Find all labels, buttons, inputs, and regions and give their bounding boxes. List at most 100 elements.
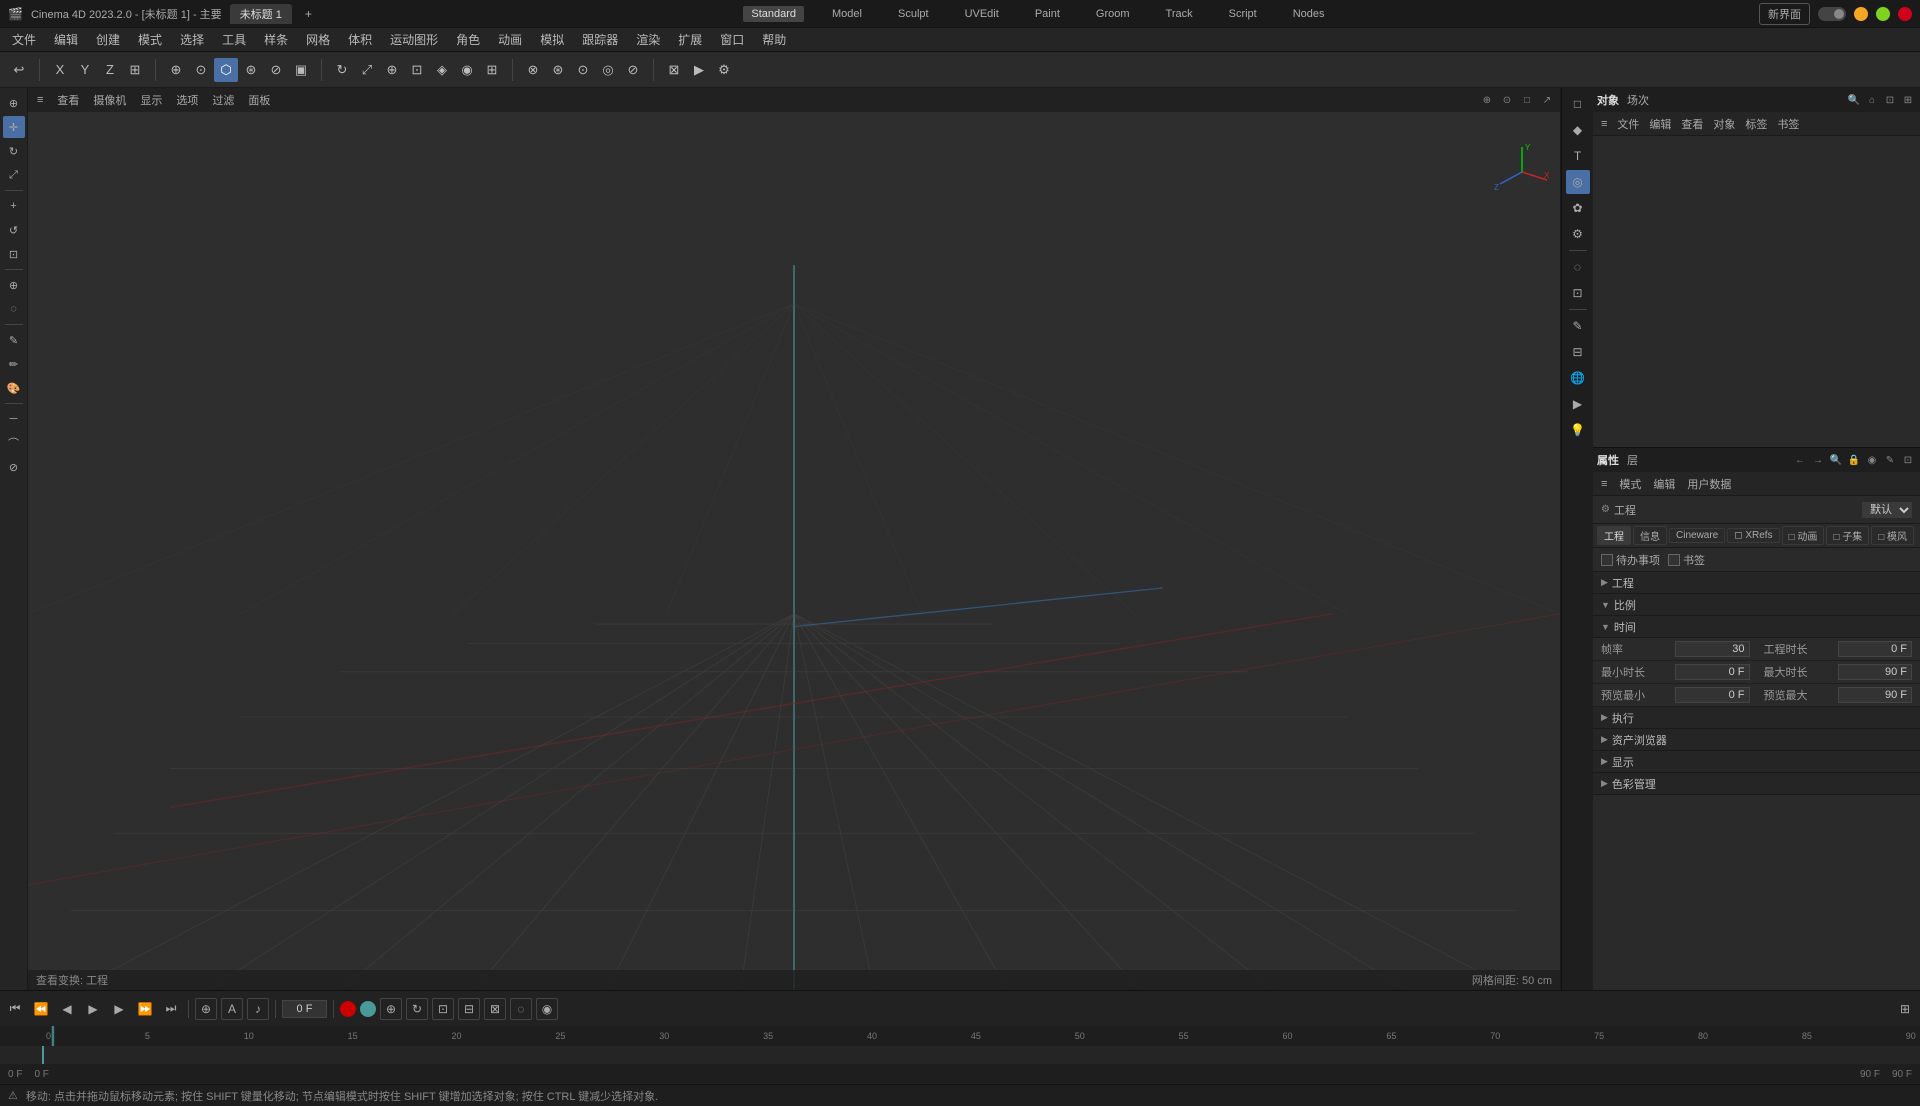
attr-record-icon[interactable]: ◉ <box>1864 452 1880 468</box>
menu-item-扩展[interactable]: 扩展 <box>670 29 710 50</box>
apt-edit[interactable]: 编辑 <box>1649 475 1679 493</box>
tl-extra-btn-6[interactable]: ◌ <box>510 998 532 1020</box>
opt-menu[interactable]: ≡ <box>1597 117 1611 131</box>
viewport[interactable]: ≡ 查看 摄像机 显示 选项 过滤 面板 ⊕ ⊙ □ ↗ 透视视图 默认摄像机 … <box>28 88 1560 990</box>
attr-lock-icon[interactable]: 🔒 <box>1846 452 1862 468</box>
ri-btn-diamond[interactable]: ◆ <box>1566 118 1590 142</box>
attr-tab-subset[interactable]: □ 子集 <box>1826 526 1869 545</box>
left-tool-13[interactable]: ─ <box>3 408 25 430</box>
menu-item-网格[interactable]: 网格 <box>298 29 338 50</box>
attr-tab-animation[interactable]: □ 动画 <box>1782 526 1825 545</box>
tl-next-key[interactable]: ⏩ <box>134 998 156 1020</box>
view-toggle[interactable] <box>1818 7 1846 21</box>
min-length-value[interactable] <box>1675 664 1750 680</box>
left-tool-12[interactable]: 🎨 <box>3 377 25 399</box>
attr-section-ratio-header[interactable]: ▼ 比例 <box>1593 594 1920 616</box>
snap-btn-1[interactable]: ⊗ <box>521 58 545 82</box>
active-tab[interactable]: 未标题 1 <box>230 4 292 24</box>
left-tool-rotate[interactable]: ↻ <box>3 140 25 162</box>
transform-btn-1[interactable]: ⊕ <box>164 58 188 82</box>
left-tool-10[interactable]: ✎ <box>3 329 25 351</box>
attr-project-select[interactable]: 默认 <box>1862 502 1912 518</box>
attr-edit-icon[interactable]: ✎ <box>1882 452 1898 468</box>
menu-item-编辑[interactable]: 编辑 <box>46 29 86 50</box>
workspace-btn-groom[interactable]: Groom <box>1088 6 1138 22</box>
snap-btn-2[interactable]: ⊛ <box>546 58 570 82</box>
left-tool-select[interactable]: ⊕ <box>3 92 25 114</box>
transform-btn-6[interactable]: ▣ <box>289 58 313 82</box>
tl-extra-btn-1[interactable]: ⊕ <box>380 998 402 1020</box>
attr-check-bookmark[interactable]: 书签 <box>1668 552 1705 568</box>
left-tool-9[interactable]: ◌ <box>3 298 25 320</box>
preview-max-value[interactable] <box>1838 687 1913 703</box>
viewport-camera-menu[interactable]: 摄像机 <box>88 91 131 109</box>
apt-userdata[interactable]: 用户数据 <box>1683 475 1735 493</box>
menu-item-帮助[interactable]: 帮助 <box>754 29 794 50</box>
render-btn-3[interactable]: ⚙ <box>712 58 736 82</box>
menu-item-样条[interactable]: 样条 <box>256 29 296 50</box>
ri-btn-globe[interactable]: 🌐 <box>1566 366 1590 390</box>
ri-btn-print[interactable]: ⊟ <box>1566 340 1590 364</box>
workspace-btn-track[interactable]: Track <box>1158 6 1201 22</box>
mode-btn-6[interactable]: ◉ <box>455 58 479 82</box>
tl-extra-btn-2[interactable]: ↻ <box>406 998 428 1020</box>
tl-extra-btn-5[interactable]: ⊠ <box>484 998 506 1020</box>
snap-btn-3[interactable]: ⊙ <box>571 58 595 82</box>
vp-ctrl-1[interactable]: ⊕ <box>1478 91 1496 109</box>
ri-btn-object[interactable]: □ <box>1566 92 1590 116</box>
viewport-canvas[interactable]: 透视视图 默认摄像机 → 移动 +; Y X Z <box>28 112 1560 990</box>
vp-ctrl-3[interactable]: □ <box>1518 91 1536 109</box>
mode-btn-3[interactable]: ⊕ <box>380 58 404 82</box>
attr-section-display-header[interactable]: ▶ 显示 <box>1593 751 1920 773</box>
menu-item-模拟[interactable]: 模拟 <box>532 29 572 50</box>
menu-item-模式[interactable]: 模式 <box>130 29 170 50</box>
menu-item-选择[interactable]: 选择 <box>172 29 212 50</box>
apt-mode[interactable]: 模式 <box>1615 475 1645 493</box>
left-tool-6[interactable]: ↺ <box>3 219 25 241</box>
timeline-content[interactable] <box>0 1046 1920 1064</box>
tl-expand-btn[interactable]: ⊞ <box>1894 998 1916 1020</box>
vp-ctrl-4[interactable]: ↗ <box>1538 91 1556 109</box>
left-tool-11[interactable]: ✏ <box>3 353 25 375</box>
left-tool-14[interactable]: ⌒ <box>3 432 25 454</box>
menu-item-动画[interactable]: 动画 <box>490 29 530 50</box>
ri-btn-circle[interactable]: ◎ <box>1566 170 1590 194</box>
tl-current-frame[interactable] <box>282 1000 327 1018</box>
attr-expand-icon[interactable]: ⊡ <box>1900 452 1916 468</box>
preview-min-value[interactable] <box>1675 687 1750 703</box>
tl-extra-btn-7[interactable]: ◉ <box>536 998 558 1020</box>
mode-btn-5[interactable]: ◈ <box>430 58 454 82</box>
tl-mode-btn-3[interactable]: ♪ <box>247 998 269 1020</box>
tl-extra-btn-4[interactable]: ⊟ <box>458 998 480 1020</box>
workspace-btn-uvedit[interactable]: UVEdit <box>957 6 1007 22</box>
mode-btn-7[interactable]: ⊞ <box>480 58 504 82</box>
undo-button[interactable]: ↩ <box>7 58 31 82</box>
maximize-button[interactable] <box>1876 7 1890 21</box>
left-tool-scale[interactable]: ⤢ <box>3 164 25 186</box>
opt-edit[interactable]: 编辑 <box>1645 115 1675 133</box>
attr-section-color-header[interactable]: ▶ 色彩管理 <box>1593 773 1920 795</box>
todo-checkbox[interactable] <box>1601 554 1613 566</box>
tl-prev-key[interactable]: ⏪ <box>30 998 52 1020</box>
tl-mode-btn-1[interactable]: ⊕ <box>195 998 217 1020</box>
viewport-options-menu[interactable]: 选项 <box>171 91 203 109</box>
opt-tag[interactable]: 标签 <box>1741 115 1771 133</box>
workspace-btn-nodes[interactable]: Nodes <box>1285 6 1333 22</box>
close-button[interactable] <box>1898 7 1912 21</box>
ri-btn-ring[interactable]: ◌ <box>1566 255 1590 279</box>
axis-z-button[interactable]: Z <box>98 58 122 82</box>
op-house-icon[interactable]: ⌂ <box>1864 92 1880 108</box>
workspace-btn-standard[interactable]: Standard <box>743 6 804 22</box>
new-view-button[interactable]: 新界面 <box>1759 3 1810 25</box>
opt-file[interactable]: 文件 <box>1613 115 1643 133</box>
apt-menu[interactable]: ≡ <box>1597 477 1611 491</box>
workspace-btn-script[interactable]: Script <box>1221 6 1265 22</box>
op-link-icon[interactable]: ⊡ <box>1882 92 1898 108</box>
left-tool-8[interactable]: ⊕ <box>3 274 25 296</box>
attr-search-icon[interactable]: 🔍 <box>1828 452 1844 468</box>
attr-tab-info[interactable]: 信息 <box>1633 526 1667 545</box>
attr-section-time-header[interactable]: ▼ 时间 <box>1593 616 1920 638</box>
menu-item-角色[interactable]: 角色 <box>448 29 488 50</box>
mode-btn-1[interactable]: ↻ <box>330 58 354 82</box>
left-tool-move[interactable]: ✛ <box>3 116 25 138</box>
